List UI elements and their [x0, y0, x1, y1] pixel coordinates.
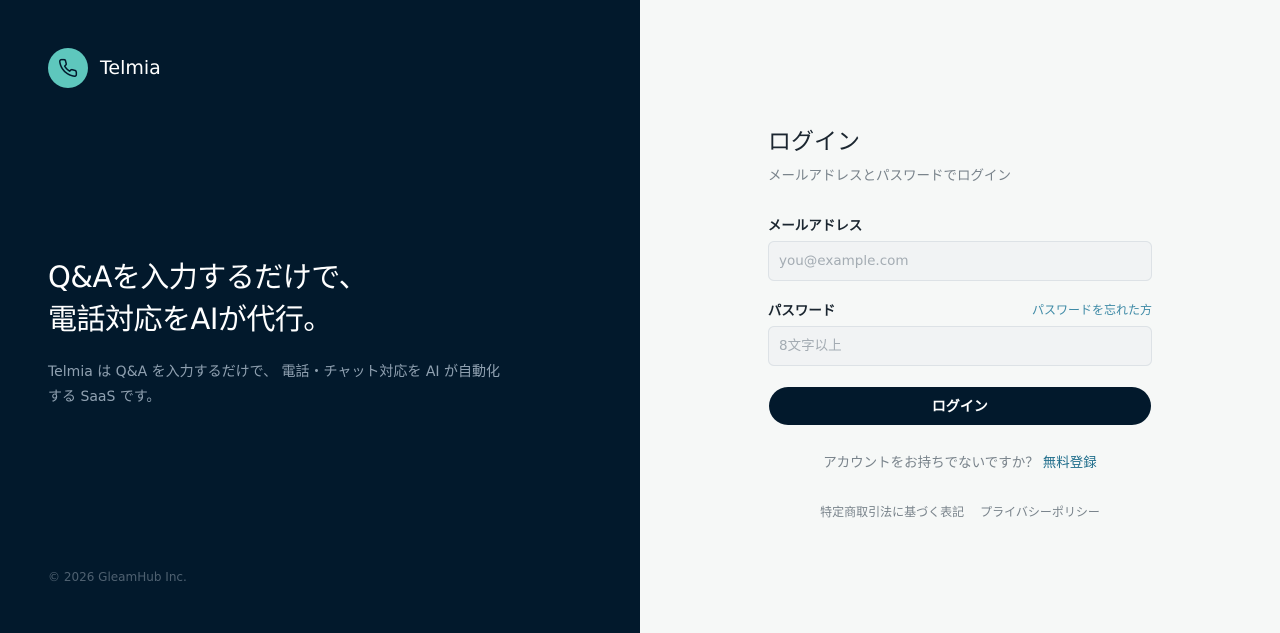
email-label: メールアドレス [768, 218, 863, 234]
brand-name: Telmia [100, 57, 161, 79]
footer-links: 特定商取引法に基づく表記 プライバシーポリシー [768, 503, 1152, 520]
password-field[interactable] [768, 326, 1152, 366]
legal-link[interactable]: 特定商取引法に基づく表記 [820, 505, 964, 519]
forgot-password-link[interactable]: パスワードを忘れた方 [1032, 301, 1152, 318]
password-group: パスワード パスワードを忘れた方 [768, 299, 1152, 366]
hero-description: Telmia は Q&A を入力するだけで、 電話・チャット対応を AI が自動… [48, 364, 501, 405]
brand[interactable]: Telmia [48, 48, 161, 88]
phone-icon [59, 58, 78, 77]
login-title: ログイン [768, 129, 860, 155]
password-label: パスワード [768, 303, 836, 319]
hero-title-line-1: Q&Aを入力するだけで、 [48, 260, 368, 294]
login-button[interactable]: ログイン [769, 387, 1151, 425]
email-field[interactable] [768, 241, 1152, 281]
submit-row: ログイン [768, 387, 1152, 425]
password-label-row: パスワード パスワードを忘れた方 [768, 299, 1152, 320]
email-group: メールアドレス [768, 214, 1152, 281]
copyright: © 2026 GleamHub Inc. [48, 570, 187, 584]
login-subtitle: メールアドレスとパスワードでログイン [768, 168, 1011, 184]
brand-panel: Telmia Q&Aを入力するだけで、 電話対応をAIが代行。 Telmia は… [0, 0, 640, 633]
login-form: ログイン メールアドレスとパスワードでログイン メールアドレス パスワード パス… [768, 122, 1152, 520]
signup-prompt-text: アカウントをお持ちでないですか？ [823, 455, 1039, 471]
privacy-link[interactable]: プライバシーポリシー [980, 505, 1100, 519]
hero: Q&Aを入力するだけで、 電話対応をAIが代行。 Telmia は Q&A を入… [48, 256, 508, 410]
brand-logo [48, 48, 88, 88]
login-panel: ログイン メールアドレスとパスワードでログイン メールアドレス パスワード パス… [640, 0, 1280, 633]
hero-title-line-2: 電話対応をAIが代行。 [48, 302, 332, 336]
signup-prompt: アカウントをお持ちでないですか？ 無料登録 [768, 451, 1152, 471]
signup-link[interactable]: 無料登録 [1043, 455, 1097, 471]
hero-title: Q&Aを入力するだけで、 電話対応をAIが代行。 [48, 256, 508, 340]
